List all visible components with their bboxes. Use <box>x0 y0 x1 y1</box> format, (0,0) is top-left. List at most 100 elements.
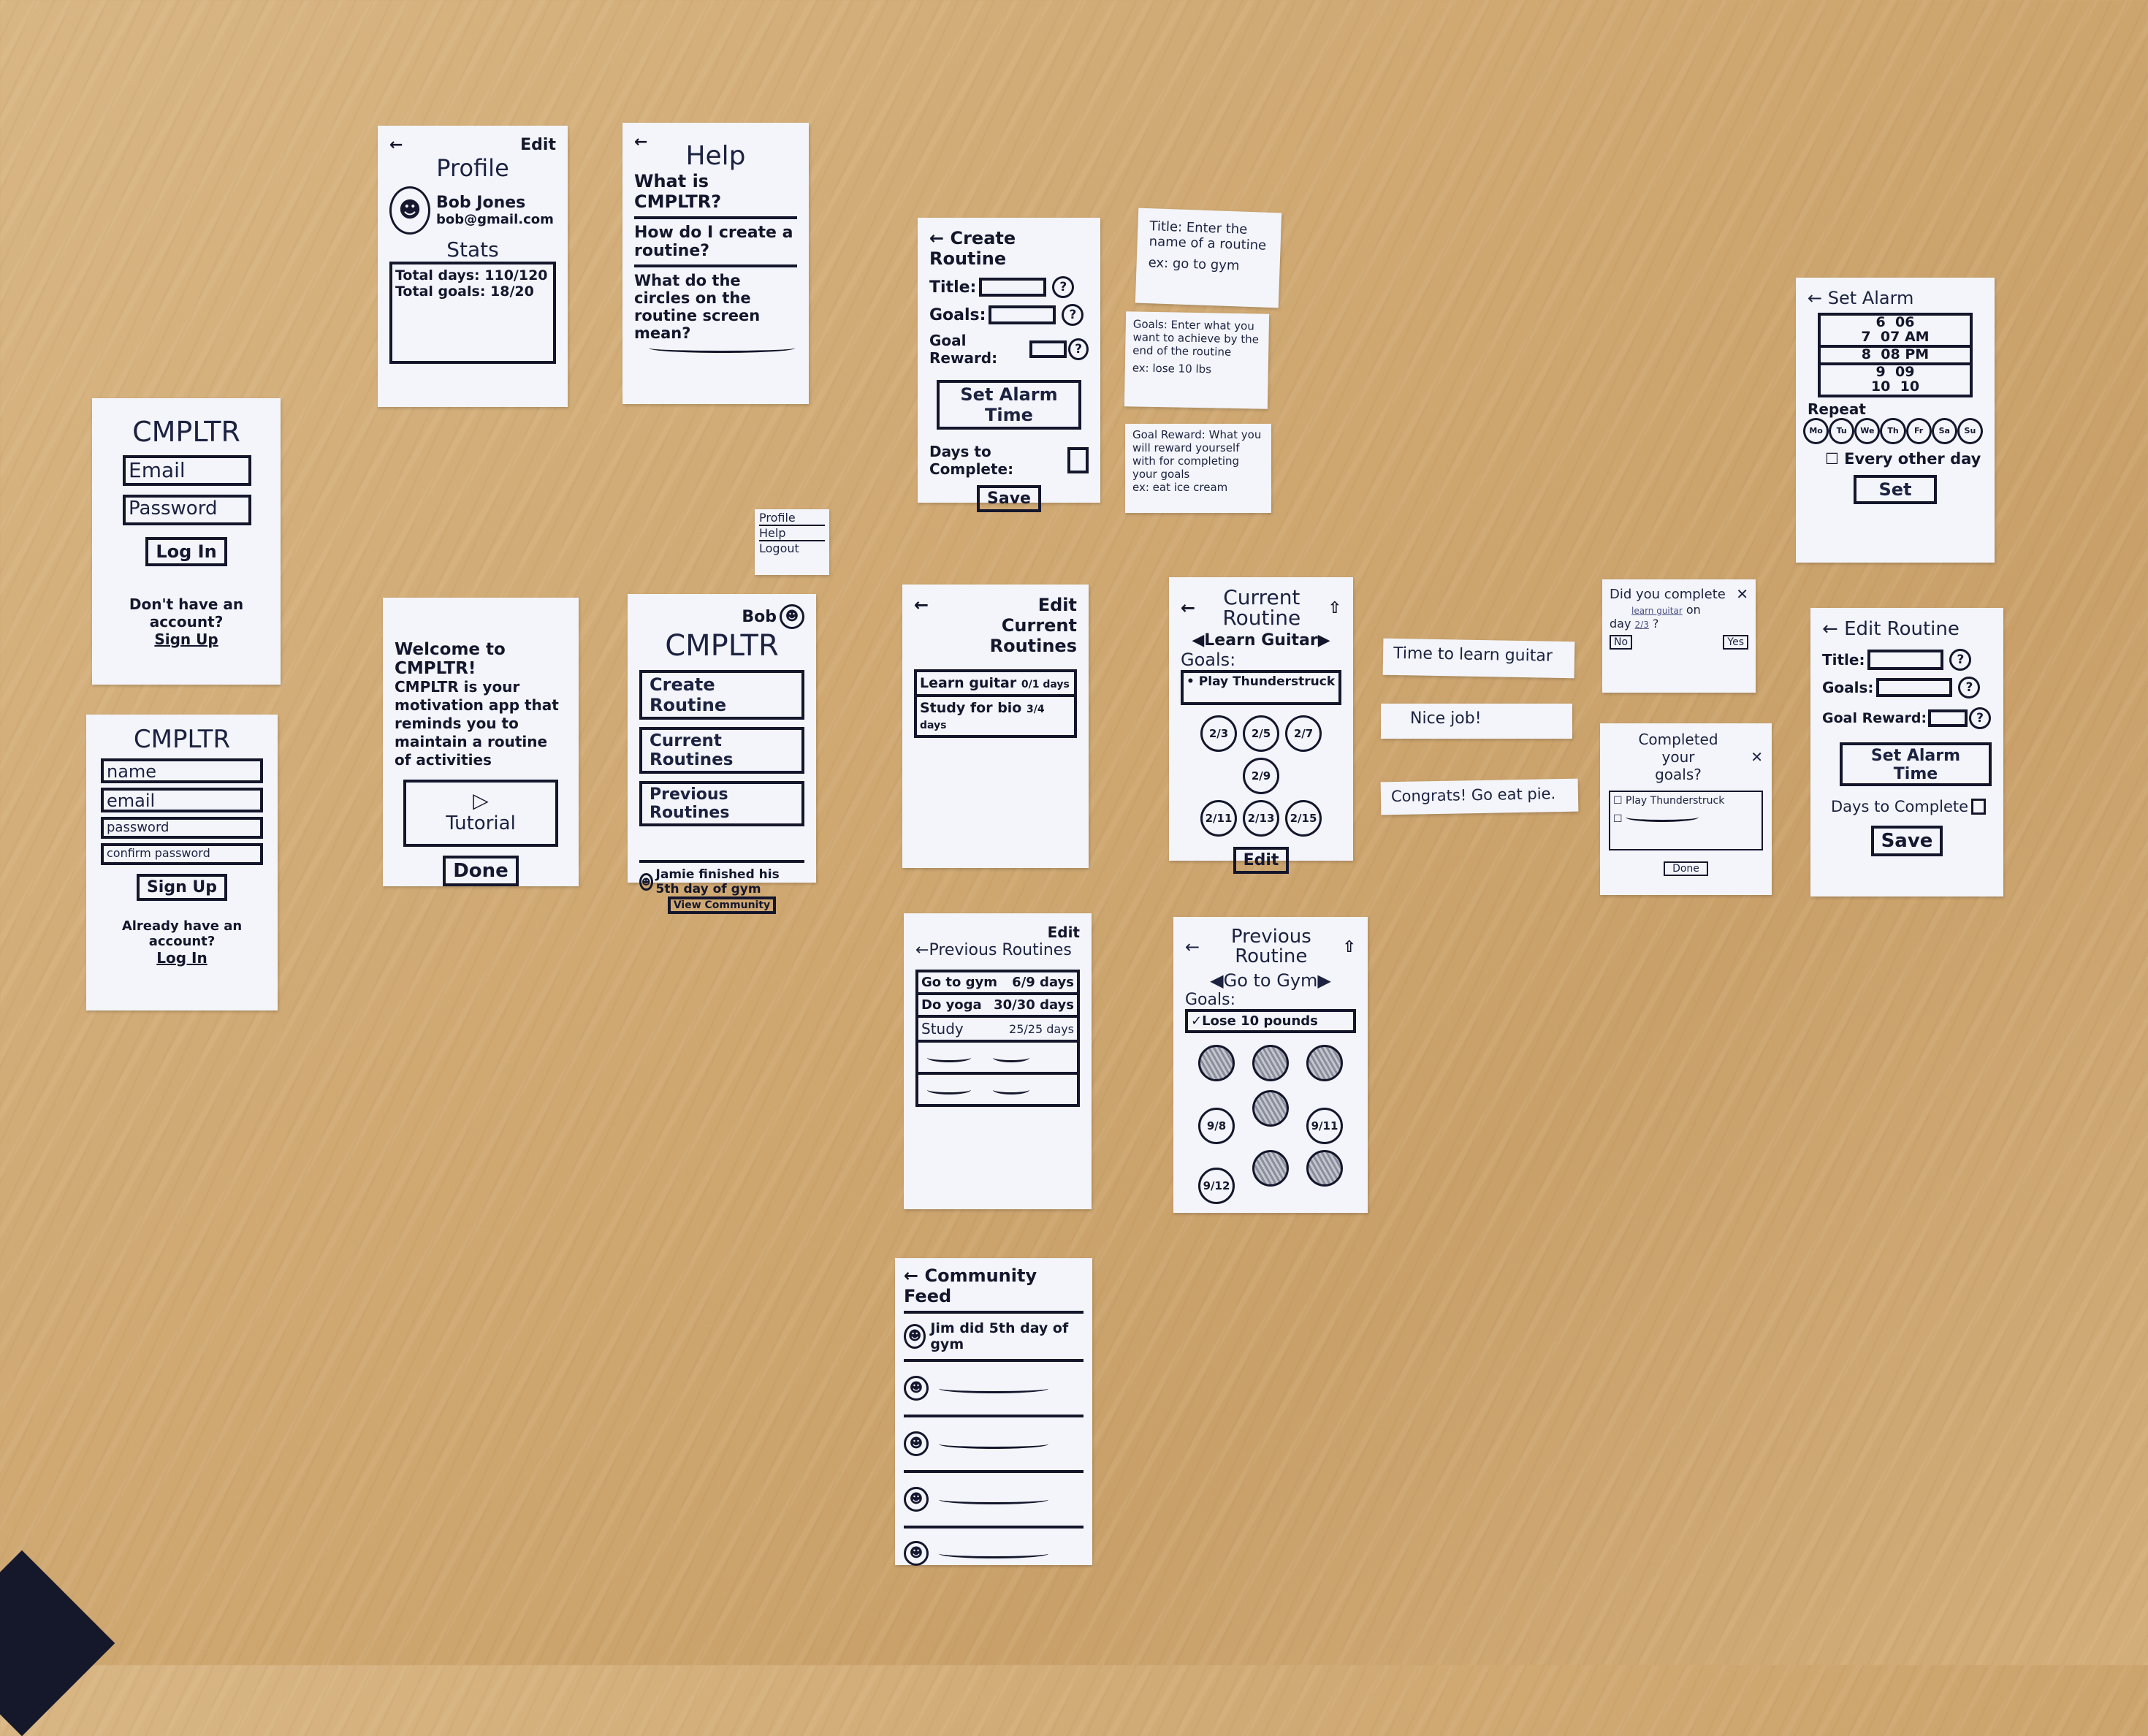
feed-item[interactable]: ☻ <box>904 1422 1083 1466</box>
day-circle[interactable]: 2/9 <box>1243 758 1279 794</box>
back-arrow-icon[interactable]: ← <box>904 1265 924 1286</box>
prev-routine-icon[interactable]: ◀ <box>1210 970 1223 991</box>
tutorial-video[interactable]: ▷ Tutorial <box>403 780 558 847</box>
yes-button[interactable]: Yes <box>1723 635 1748 650</box>
help-icon[interactable]: ? <box>1969 707 1992 729</box>
previous-routines-button[interactable]: Previous Routines <box>639 781 804 826</box>
back-arrow-icon[interactable]: ← <box>1808 288 1828 308</box>
feed-item[interactable]: ☻ Jim did 5th day of gym <box>904 1318 1083 1355</box>
email-field[interactable]: Email <box>123 455 251 486</box>
day-toggle-su[interactable]: Su <box>1957 417 1983 444</box>
confirm-password-field[interactable]: confirm password <box>101 843 263 865</box>
next-routine-icon[interactable]: ▶ <box>1318 631 1330 650</box>
help-icon[interactable]: ? <box>1949 649 1972 671</box>
password-field[interactable]: password <box>101 817 263 839</box>
list-item[interactable]: Go to gym 6/9 days <box>918 972 1077 995</box>
done-button[interactable]: Done <box>443 856 519 886</box>
done-button[interactable]: Done <box>1664 861 1708 876</box>
name-field[interactable]: name <box>101 758 263 783</box>
day-circle-completed[interactable] <box>1306 1044 1343 1081</box>
days-input[interactable] <box>1067 447 1089 473</box>
goals-input[interactable] <box>1876 678 1953 697</box>
goal-checkbox[interactable]: ☐ Play Thunderstruck <box>1613 795 1759 807</box>
current-routines-button[interactable]: Current Routines <box>639 727 804 774</box>
back-arrow-icon[interactable]: ← <box>929 228 950 248</box>
login-link[interactable]: Log In <box>98 949 266 967</box>
day-circle-missed[interactable]: 9/12 <box>1198 1167 1235 1204</box>
menu-item-help[interactable]: Help <box>759 526 825 541</box>
reward-input[interactable] <box>1029 340 1067 358</box>
set-button[interactable]: Set <box>1854 474 1937 504</box>
help-icon[interactable]: ? <box>1062 304 1084 326</box>
day-circle-completed[interactable] <box>1306 1149 1343 1187</box>
prev-routine-icon[interactable]: ◀ <box>1192 631 1204 650</box>
menu-item-profile[interactable]: Profile <box>759 511 825 526</box>
feed-item[interactable]: ☻ <box>904 1533 1083 1574</box>
password-field[interactable]: Password <box>123 495 251 525</box>
edit-button[interactable]: Edit <box>1233 847 1290 874</box>
day-circle[interactable]: 2/11 <box>1200 800 1237 837</box>
login-button[interactable]: Log In <box>145 537 227 566</box>
help-icon[interactable]: ? <box>1958 677 1981 698</box>
edit-link[interactable]: Edit <box>915 924 1080 941</box>
notification-banner[interactable]: Congrats! Go eat pie. <box>1380 778 1579 815</box>
back-arrow-icon[interactable]: ← <box>1181 598 1195 618</box>
back-arrow-icon[interactable]: ← <box>1822 618 1844 640</box>
faq-item[interactable]: What do the circles on the routine scree… <box>634 272 797 342</box>
create-routine-button[interactable]: Create Routine <box>639 670 804 720</box>
back-arrow-icon[interactable]: ← <box>389 136 403 154</box>
menu-item-logout[interactable]: Logout <box>759 541 825 555</box>
day-circle[interactable]: 2/7 <box>1285 715 1322 752</box>
faq-item[interactable]: How do I create a routine? <box>634 224 797 260</box>
day-circle-missed[interactable]: 9/8 <box>1198 1107 1235 1144</box>
set-alarm-button[interactable]: Set Alarm Time <box>937 380 1081 430</box>
home-icon[interactable]: ⇧ <box>1328 599 1341 617</box>
signup-link[interactable]: Sign Up <box>104 631 269 648</box>
next-routine-icon[interactable]: ▶ <box>1317 970 1330 991</box>
edit-link[interactable]: Edit <box>1038 595 1077 615</box>
title-input[interactable] <box>1867 650 1944 670</box>
help-icon[interactable]: ? <box>1068 338 1089 360</box>
back-arrow-icon[interactable]: ← <box>1185 937 1200 957</box>
day-toggle-sa[interactable]: Sa <box>1931 417 1957 444</box>
day-circle[interactable]: 2/3 <box>1200 715 1237 752</box>
list-item[interactable]: Study for bio 3/4 days <box>917 697 1074 735</box>
save-button[interactable]: Save <box>977 485 1041 512</box>
day-circle[interactable]: 2/13 <box>1243 800 1279 837</box>
notification-banner[interactable]: Time to learn guitar <box>1382 638 1575 679</box>
feed-item[interactable]: ☻ <box>904 1477 1083 1521</box>
day-circle-completed[interactable] <box>1198 1044 1235 1081</box>
avatar-icon[interactable]: ☻ <box>780 604 804 629</box>
signup-button[interactable]: Sign Up <box>136 874 228 901</box>
day-circle[interactable]: 2/15 <box>1285 800 1322 837</box>
back-arrow-icon[interactable]: ← <box>914 595 929 615</box>
every-other-day-checkbox[interactable]: ☐ Every other day <box>1825 450 1983 468</box>
list-item[interactable]: Study 25/25 days <box>918 1018 1077 1043</box>
reward-input[interactable] <box>1928 709 1968 727</box>
close-icon[interactable]: ✕ <box>1736 585 1748 603</box>
day-circle-completed[interactable] <box>1252 1044 1289 1081</box>
close-icon[interactable]: ✕ <box>1751 748 1763 766</box>
time-picker[interactable]: 6 06 7 07 AM 8 08 PM 9 09 10 10 <box>1818 313 1973 397</box>
feed-item[interactable]: ☻ <box>904 1366 1083 1410</box>
day-circle-missed[interactable]: 9/11 <box>1306 1107 1343 1144</box>
day-toggle-mo[interactable]: Mo <box>1803 417 1829 444</box>
day-circle-completed[interactable] <box>1252 1089 1289 1127</box>
edit-link[interactable]: Edit <box>520 136 556 154</box>
title-input[interactable] <box>979 278 1047 297</box>
list-item[interactable]: Do yoga 30/30 days <box>918 995 1077 1018</box>
home-icon[interactable]: ⇧ <box>1343 938 1356 956</box>
day-toggle-tu[interactable]: Tu <box>1829 417 1855 444</box>
list-item[interactable]: Learn guitar 0/1 days <box>917 672 1074 697</box>
back-arrow-icon[interactable]: ← <box>915 941 929 959</box>
day-toggle-th[interactable]: Th <box>1880 417 1906 444</box>
goal-checkbox[interactable]: ☐ <box>1613 812 1759 825</box>
goals-input[interactable] <box>989 305 1056 324</box>
help-icon[interactable]: ? <box>1052 276 1075 298</box>
day-toggle-fr[interactable]: Fr <box>1905 417 1932 444</box>
notification-banner[interactable]: Nice job! <box>1381 704 1572 739</box>
email-field[interactable]: email <box>101 788 263 812</box>
days-input[interactable] <box>1971 799 1987 815</box>
day-toggle-we[interactable]: We <box>1854 417 1881 444</box>
view-community-button[interactable]: View Community <box>667 896 777 914</box>
